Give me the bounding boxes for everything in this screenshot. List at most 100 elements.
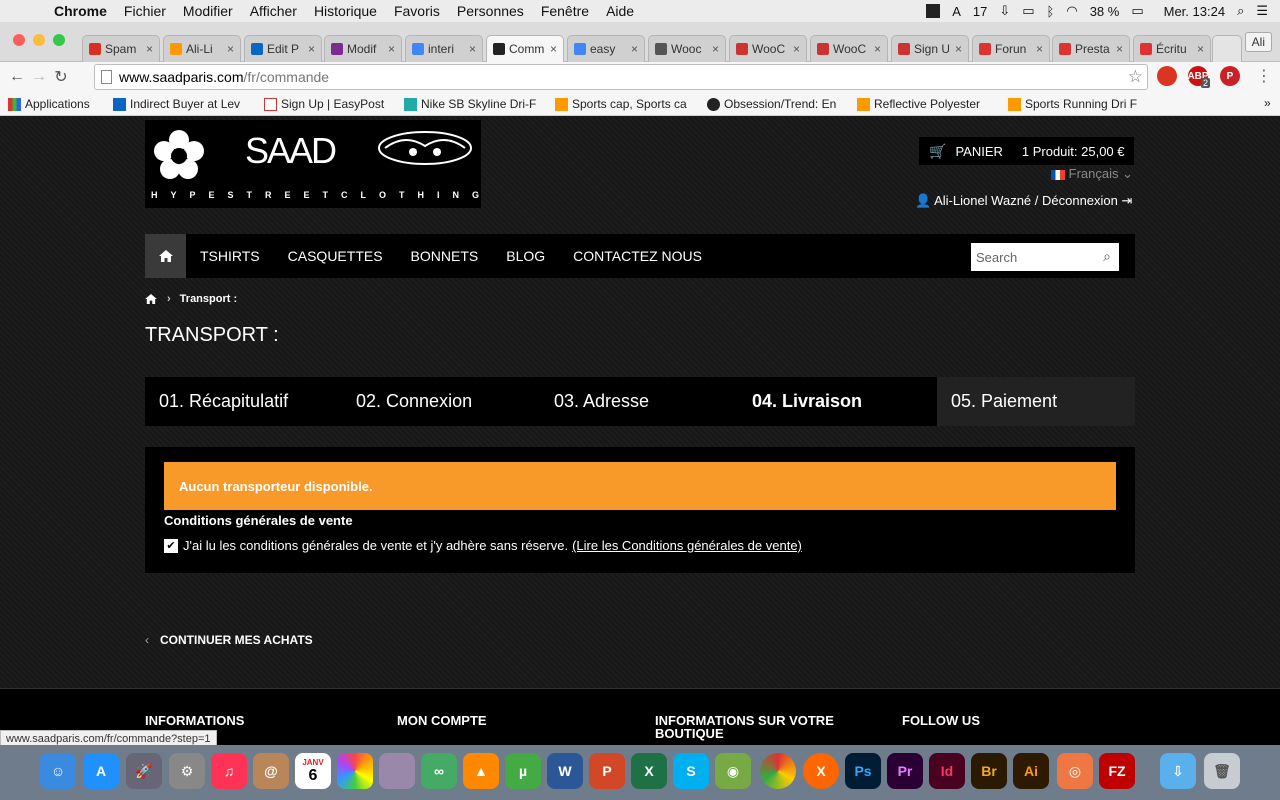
word-icon[interactable]: W (547, 753, 583, 789)
browser-tab[interactable]: Ali-Li × (163, 35, 241, 62)
sync-icon[interactable]: ⇩ (999, 3, 1010, 19)
notification-center-icon[interactable]: ☰ (1256, 3, 1268, 19)
new-tab-button[interactable] (1212, 35, 1242, 62)
step-adresse[interactable]: 03. Adresse (540, 377, 738, 426)
close-tab-icon[interactable]: × (1116, 42, 1123, 56)
bookmark-applications[interactable]: Applications (8, 97, 108, 111)
close-window-button[interactable] (13, 34, 25, 46)
site-logo[interactable]: SAAD HYPESTREETCLOTHING (145, 120, 481, 208)
menu-historique[interactable]: Historique (314, 3, 377, 19)
downloads-folder-icon[interactable]: ⇩ (1160, 753, 1196, 789)
powerpoint-icon[interactable]: P (589, 753, 625, 789)
reload-icon[interactable]: ↻ (50, 67, 72, 87)
bookmark-obsession[interactable]: Obsession/Trend: En (707, 97, 841, 111)
nav-casquettes[interactable]: CASQUETTES (288, 248, 383, 264)
close-tab-icon[interactable]: × (1036, 42, 1043, 56)
menu-fenetre[interactable]: Fenêtre (541, 3, 589, 19)
photo-booth-icon[interactable]: ◎ (1057, 753, 1093, 789)
browser-tab[interactable]: Wooc × (648, 35, 726, 62)
battery-percent[interactable]: 38 % (1090, 4, 1120, 19)
continue-shopping-link[interactable]: ‹ CONTINUER MES ACHATS (145, 633, 313, 647)
menu-favoris[interactable]: Favoris (394, 3, 440, 19)
home-icon[interactable] (145, 294, 157, 304)
finder-icon[interactable]: ☺ (40, 753, 76, 789)
browser-tab[interactable]: Modif × (324, 35, 402, 62)
browser-tab[interactable]: Forun × (972, 35, 1050, 62)
system-preferences-icon[interactable]: ⚙ (169, 753, 205, 789)
airplay-icon[interactable]: ▭ (1022, 3, 1034, 19)
calendar-badge[interactable]: 17 (973, 4, 987, 19)
nav-contact[interactable]: CONTACTEZ NOUS (573, 248, 702, 264)
home-nav-button[interactable] (145, 234, 186, 278)
step-connexion[interactable]: 02. Connexion (342, 377, 540, 426)
menu-afficher[interactable]: Afficher (250, 3, 297, 19)
more-bookmarks-icon[interactable]: » (1264, 96, 1271, 110)
spotlight-icon[interactable]: ⌕ (1237, 3, 1244, 19)
vlc-icon[interactable]: ▲ (463, 753, 499, 789)
step-paiement[interactable]: 05. Paiement (937, 377, 1135, 426)
close-tab-icon[interactable]: × (550, 42, 557, 56)
terms-checkbox[interactable]: ✔ (164, 538, 178, 553)
bookmark-linkedin[interactable]: Indirect Buyer at Lev (113, 97, 249, 111)
close-tab-icon[interactable]: × (712, 42, 719, 56)
close-tab-icon[interactable]: × (388, 42, 395, 56)
battery-icon[interactable]: ▭ (1131, 3, 1143, 19)
terms-link[interactable]: (Lire les Conditions générales de vente) (572, 538, 802, 553)
indesign-icon[interactable]: Id (929, 753, 965, 789)
close-tab-icon[interactable]: × (955, 42, 962, 56)
search-icon[interactable]: ⌕ (1103, 248, 1111, 265)
browser-tab[interactable]: Edit P × (244, 35, 322, 62)
android-icon[interactable]: ◉ (715, 753, 751, 789)
clock[interactable]: Mer. 13:24 (1164, 4, 1225, 19)
bookmark-nike[interactable]: Nike SB Skyline Dri-F (404, 97, 538, 111)
browser-tab[interactable]: Presta × (1052, 35, 1130, 62)
excel-icon[interactable]: X (631, 753, 667, 789)
browser-tab[interactable]: WooC × (729, 35, 807, 62)
wifi-icon[interactable]: ◠ (1066, 3, 1077, 19)
browser-tab[interactable]: Sign U × (891, 35, 969, 62)
address-bar[interactable]: www.saadparis.com/fr/commande ☆ (94, 64, 1148, 90)
menu-personnes[interactable]: Personnes (457, 3, 524, 19)
nav-tshirts[interactable]: TSHIRTS (200, 248, 260, 264)
language-selector[interactable]: Français ⌄ (1051, 166, 1133, 182)
close-tab-icon[interactable]: × (146, 42, 153, 56)
preview-icon[interactable] (379, 753, 415, 789)
pinterest-icon[interactable]: P (1220, 66, 1240, 86)
app-store-icon[interactable]: A (83, 753, 119, 789)
filezilla-icon[interactable]: FZ (1099, 753, 1135, 789)
nav-bonnets[interactable]: BONNETS (411, 248, 479, 264)
user-account-link[interactable]: 👤 Ali-Lionel Wazné / Déconnexion ⇥ (915, 193, 1132, 209)
skype-icon[interactable]: S (673, 753, 709, 789)
photos-icon[interactable] (337, 753, 373, 789)
nav-blog[interactable]: BLOG (506, 248, 545, 264)
menu-modifier[interactable]: Modifier (183, 3, 233, 19)
bookmark-easypost[interactable]: Sign Up | EasyPost (264, 97, 394, 111)
bookmark-star-icon[interactable]: ☆ (1128, 67, 1143, 87)
calendar-icon[interactable]: JANV 6 (295, 753, 331, 789)
bridge-icon[interactable]: Br (971, 753, 1007, 789)
close-tab-icon[interactable]: × (1197, 42, 1204, 56)
profile-button[interactable]: Ali (1244, 32, 1272, 52)
browser-tab[interactable]: WooC × (810, 35, 888, 62)
minimize-window-button[interactable] (33, 34, 45, 46)
step-recapitulatif[interactable]: 01. Récapitulatif (145, 377, 342, 426)
menu-fichier[interactable]: Fichier (124, 3, 166, 19)
browser-tab[interactable]: Écritu × (1133, 35, 1211, 62)
close-tab-icon[interactable]: × (874, 42, 881, 56)
chrome-icon[interactable] (760, 753, 796, 789)
chrome-menu-icon[interactable]: ⋮ (1256, 66, 1272, 86)
forward-icon[interactable]: → (28, 68, 50, 86)
menu-app[interactable]: Chrome (54, 3, 107, 19)
illustrator-icon[interactable]: Ai (1013, 753, 1049, 789)
network-app-icon[interactable]: ∞ (421, 753, 457, 789)
close-tab-icon[interactable]: × (631, 42, 638, 56)
premiere-icon[interactable]: Pr (887, 753, 923, 789)
status-app-icon[interactable] (926, 4, 941, 18)
close-tab-icon[interactable]: × (227, 42, 234, 56)
bookmark-reflective[interactable]: Reflective Polyester (857, 97, 993, 111)
search-input[interactable]: Search ⌕ (971, 243, 1119, 271)
photoshop-icon[interactable]: Ps (845, 753, 881, 789)
menu-aide[interactable]: Aide (606, 3, 634, 19)
step-livraison[interactable]: 04. Livraison (738, 377, 937, 426)
browser-tab[interactable]: Comm × (486, 35, 564, 62)
